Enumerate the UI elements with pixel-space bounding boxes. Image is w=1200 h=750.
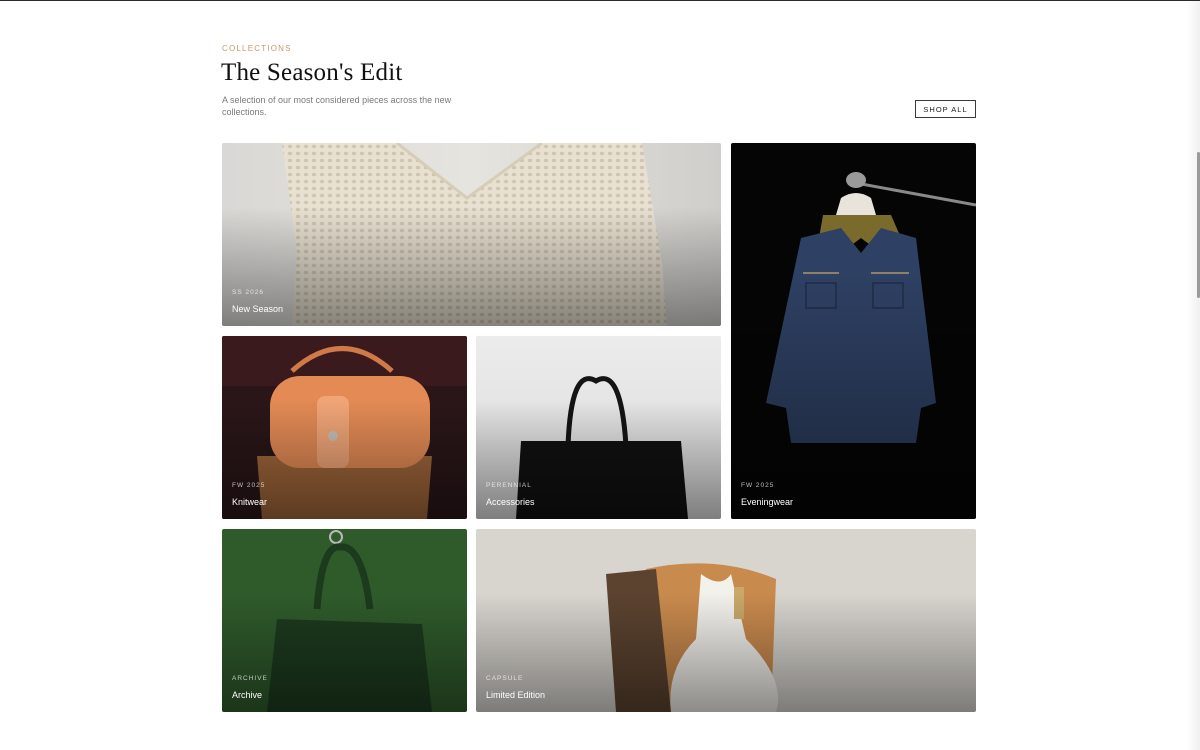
page-title: The Season's Edit [221,59,403,86]
tile-tag: ARCHIVE [232,675,268,682]
tile-name: Eveningwear [741,497,794,507]
collection-tile-limited-edition[interactable]: CAPSULE Limited Edition [476,529,976,712]
tile-name: Limited Edition [486,690,546,700]
collection-tile-archive[interactable]: ARCHIVE Archive [222,529,467,712]
collection-tile-accessories[interactable]: PERENNIAL Accessories [476,336,721,519]
tile-name: Archive [232,690,263,700]
tile-name: Knitwear [232,497,268,507]
scroll-track [1186,0,1200,750]
tile-tag: SS 2026 [232,289,264,296]
collection-tile-knitwear[interactable]: FW 2025 Knitwear [222,336,467,519]
tile-tag: FW 2025 [741,482,775,489]
section-subtitle: A selection of our most considered piece… [222,95,452,117]
tile-name: New Season [232,304,284,314]
tile-tag: CAPSULE [486,675,524,682]
section-eyebrow: COLLECTIONS [222,44,292,53]
tile-name: Accessories [486,497,535,507]
tile-tag: PERENNIAL [486,482,532,489]
tile-tag: FW 2025 [232,482,266,489]
shop-all-button[interactable]: SHOP ALL [915,100,976,118]
collection-tile-new-season[interactable]: SS 2026 New Season [222,143,721,326]
top-rule [0,0,1200,1]
collection-tile-eveningwear[interactable]: FW 2025 Eveningwear [731,143,976,519]
